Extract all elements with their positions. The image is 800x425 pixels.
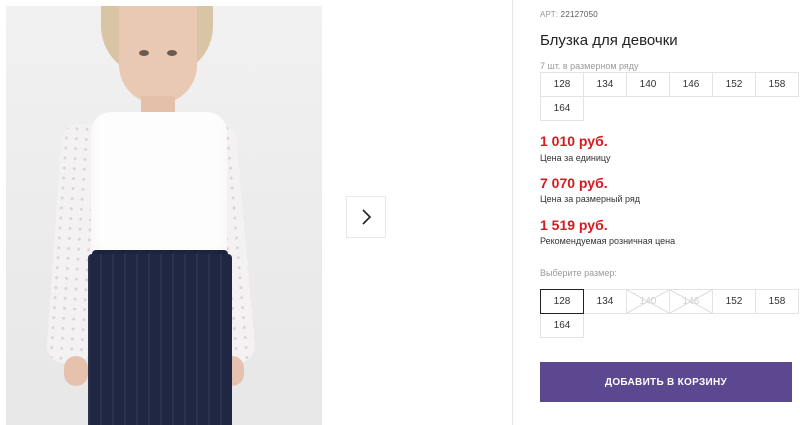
size-row-cell: 128	[540, 72, 584, 97]
size-row-cell: 140	[626, 72, 670, 97]
row-price: 7 070 руб.	[540, 175, 608, 191]
row-price-label: Цена за размерный ряд	[540, 194, 641, 204]
size-selector: 128 134 140 146 152 158 164	[540, 289, 799, 338]
size-row-cell: 152	[712, 72, 756, 97]
column-divider	[512, 0, 513, 425]
size-option-158[interactable]: 158	[755, 289, 799, 314]
unavailable-cross-icon	[670, 290, 712, 313]
size-option-140-unavailable: 140	[626, 289, 670, 314]
chevron-right-icon	[362, 209, 372, 225]
size-option-152[interactable]: 152	[712, 289, 756, 314]
retail-price: 1 519 руб.	[540, 217, 608, 233]
article-label: АРТ:	[540, 10, 559, 19]
product-photo	[6, 6, 322, 425]
size-option-label: 158	[768, 296, 786, 307]
size-option-label: 134	[596, 296, 614, 307]
unavailable-cross-icon	[627, 290, 669, 313]
size-option-label: 152	[725, 296, 743, 307]
size-option-128[interactable]: 128	[540, 289, 584, 314]
size-option-146-unavailable: 146	[669, 289, 713, 314]
product-gallery	[0, 0, 512, 425]
size-row-cell: 164	[540, 96, 584, 121]
unit-price: 1 010 руб.	[540, 133, 608, 149]
size-option-134[interactable]: 134	[583, 289, 627, 314]
unit-price-label: Цена за единицу	[540, 153, 611, 163]
add-to-cart-button[interactable]: ДОБАВИТЬ В КОРЗИНУ	[540, 362, 792, 402]
size-option-label: 128	[553, 296, 571, 307]
size-row-cell: 158	[755, 72, 799, 97]
article-value: 22127050	[560, 10, 598, 19]
article-number: АРТ: 22127050	[540, 10, 598, 19]
size-option-label: 164	[553, 320, 571, 331]
retail-price-label: Рекомендуемая розничная цена	[540, 236, 676, 246]
size-select-label: Выберите размер:	[540, 268, 617, 278]
sizes-in-row-note: 7 шт. в размерном ряду	[540, 61, 639, 71]
size-row-grid: 128 134 140 146 152 158 164	[540, 72, 799, 121]
product-title: Блузка для девочки	[540, 32, 678, 49]
gallery-next-button[interactable]	[347, 197, 385, 237]
size-option-164[interactable]: 164	[540, 313, 584, 338]
size-row-cell: 134	[583, 72, 627, 97]
size-row-cell: 146	[669, 72, 713, 97]
